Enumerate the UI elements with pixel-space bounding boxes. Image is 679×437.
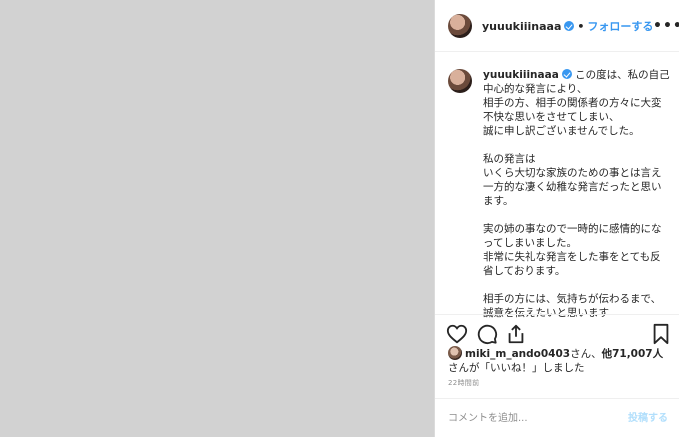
bookmark-icon[interactable] bbox=[650, 323, 672, 345]
avatar[interactable] bbox=[448, 14, 472, 38]
verified-icon bbox=[561, 69, 572, 79]
comment-input[interactable]: コメントを追加... bbox=[448, 409, 528, 424]
post-header: yuuukiiinaaa •フォローする ••• bbox=[435, 0, 679, 52]
separator-dot: • bbox=[577, 20, 585, 33]
share-icon[interactable] bbox=[505, 323, 527, 345]
post-timestamp[interactable]: 22時間前 bbox=[448, 378, 479, 388]
comment-icon[interactable] bbox=[476, 323, 498, 345]
likes-suffix: さんが「いいね！」しました bbox=[448, 362, 585, 374]
action-bar bbox=[435, 314, 679, 350]
caption-body: yuuukiiinaaa この度は、私の自己中心的な発言により、 相手の方、相手… bbox=[483, 68, 671, 320]
header-user: yuuukiiinaaa • フォローする bbox=[482, 18, 653, 34]
likes-count[interactable]: 他71,007人 bbox=[602, 348, 664, 360]
caption-avatar[interactable] bbox=[448, 69, 472, 93]
follow-button[interactable]: フォローする bbox=[587, 20, 653, 33]
post-panel: yuuukiiinaaa •フォローする ••• yuuukiiinaaa この度… bbox=[434, 0, 679, 437]
likes-joiner: さん、 bbox=[570, 348, 602, 360]
heart-icon[interactable] bbox=[446, 323, 468, 345]
post-comment-button[interactable]: 投稿する bbox=[628, 409, 668, 424]
liker-username[interactable]: miki_m_ando0403 bbox=[465, 348, 570, 360]
post-view: yuuukiiinaaa •フォローする ••• yuuukiiinaaa この度… bbox=[0, 0, 679, 437]
more-icon[interactable]: ••• bbox=[653, 18, 679, 34]
liker-avatar[interactable] bbox=[448, 346, 462, 360]
comment-bar: コメントを追加... 投稿する bbox=[435, 398, 679, 437]
post-media[interactable] bbox=[0, 0, 434, 437]
caption-username[interactable]: yuuukiiinaaa bbox=[483, 69, 559, 81]
likes-summary: miki_m_ando0403さん、他71,007人 さんが「いいね！」しました bbox=[448, 346, 673, 375]
verified-icon bbox=[564, 21, 575, 31]
caption-text: この度は、私の自己中心的な発言により、 相手の方、相手の関係者の方々に大変不快な… bbox=[483, 69, 670, 319]
username-link[interactable]: yuuukiiinaaa bbox=[482, 20, 561, 33]
